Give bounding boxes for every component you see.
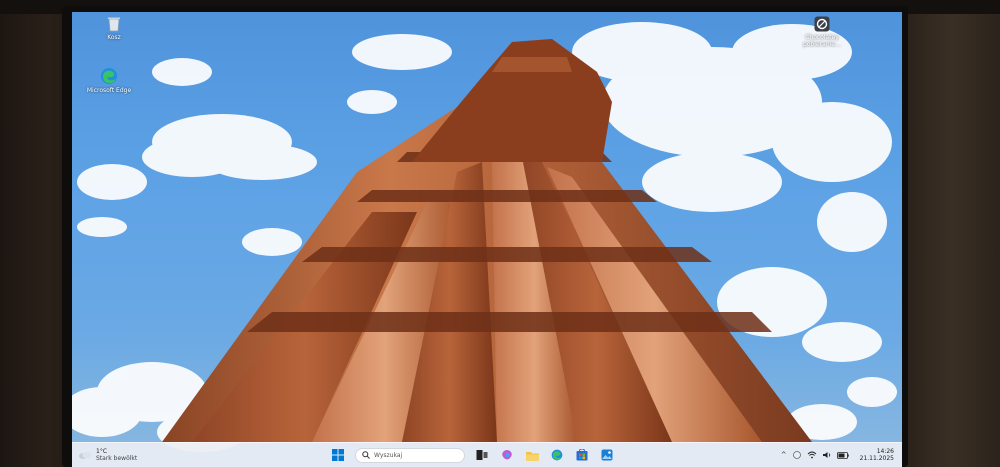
system-tray: ^ 14:26 21.11.2025 — [781, 446, 894, 464]
edge-icon — [551, 449, 563, 461]
store-icon — [576, 449, 588, 461]
cloud-icon — [79, 451, 92, 459]
start-button[interactable] — [330, 447, 346, 463]
copilot-button[interactable] — [499, 447, 515, 463]
room-wall-right — [905, 0, 1000, 467]
color-picker-icon[interactable] — [792, 451, 802, 459]
room-wall-left — [0, 0, 70, 467]
volume-icon[interactable] — [822, 451, 832, 459]
recycle-bin-icon — [108, 17, 120, 32]
copilot-icon — [502, 450, 512, 460]
clock-date: 21.11.2025 — [859, 455, 894, 462]
desktop-icon-label: Kosz — [107, 34, 121, 41]
tray-overflow-chevron-icon[interactable]: ^ — [781, 451, 787, 459]
desktop-icon-label: Microsoft Edge — [86, 87, 132, 94]
task-view-button[interactable] — [474, 447, 490, 463]
taskbar-search-box[interactable]: Wyszukaj — [355, 447, 465, 463]
task-view-icon — [476, 450, 488, 460]
file-explorer-icon — [525, 451, 539, 461]
desktop-screen: Kosz Microsoft Edge Chocolatey pobierani… — [72, 12, 902, 467]
taskbar-clock[interactable]: 14:26 21.11.2025 — [860, 448, 894, 462]
store-button[interactable] — [574, 447, 590, 463]
desktop-wallpaper — [72, 22, 897, 452]
start-icon — [332, 449, 344, 461]
wifi-icon[interactable] — [807, 451, 817, 459]
desktop-icon-shortcut[interactable]: Chocolatey pobieranie… — [790, 16, 854, 48]
search-icon — [362, 451, 370, 459]
desktop-icon-edge[interactable]: Microsoft Edge — [77, 67, 141, 94]
file-explorer-button[interactable] — [524, 447, 540, 463]
photos-button[interactable] — [599, 447, 615, 463]
taskbar-center: Wyszukaj — [330, 446, 615, 464]
clock-time: 14:26 — [876, 448, 894, 455]
search-placeholder: Wyszukaj — [374, 451, 403, 459]
desktop-icon-recycle-bin[interactable]: Kosz — [82, 16, 146, 41]
weather-condition: Stark bewölkt — [96, 455, 138, 462]
edge-icon — [101, 68, 117, 84]
edge-taskbar-button[interactable] — [549, 447, 565, 463]
desktop-icon-label: Chocolatey pobieranie… — [803, 34, 841, 48]
weather-temperature: 1°C — [96, 448, 108, 455]
battery-icon[interactable] — [836, 451, 849, 459]
app-shortcut-icon — [814, 16, 830, 32]
taskbar: 1°C Stark bewölkt Wyszukaj ^ 14:26 21.11… — [72, 442, 902, 467]
weather-widget[interactable]: 1°C Stark bewölkt — [78, 446, 137, 464]
photos-icon — [601, 449, 613, 461]
